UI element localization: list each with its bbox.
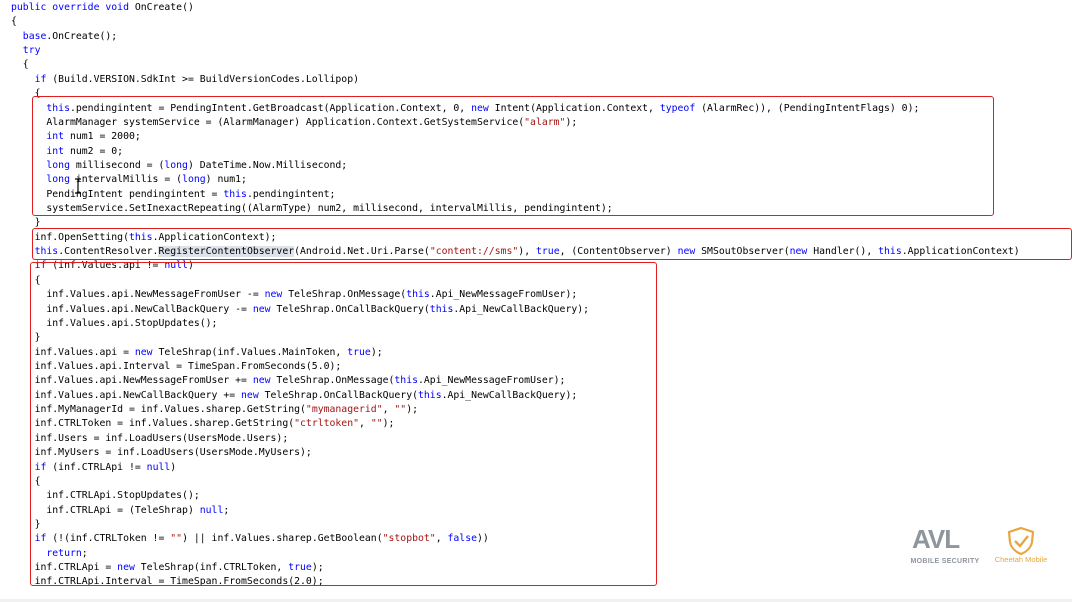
code-line[interactable]: return; [11, 547, 87, 561]
code-line[interactable]: long millisecond = (long) DateTime.Now.M… [11, 159, 347, 173]
code-line[interactable]: } [11, 518, 41, 532]
code-line[interactable]: inf.Users = inf.LoadUsers(UsersMode.User… [11, 432, 289, 446]
code-line[interactable]: inf.Values.api = new TeleShrap(inf.Value… [11, 346, 383, 360]
code-line[interactable]: inf.MyUsers = inf.LoadUsers(UsersMode.My… [11, 446, 312, 460]
avl-caption: MOBILE SECURITY [910, 558, 980, 565]
code-line[interactable]: int num1 = 2000; [11, 130, 140, 144]
watermark-logos: AVL MOBILE SECURITY Cheetah Mobile [910, 524, 1062, 570]
code-line[interactable]: { [11, 475, 41, 489]
code-line[interactable]: { [11, 15, 17, 29]
code-line[interactable]: inf.OpenSetting(this.ApplicationContext)… [11, 231, 277, 245]
code-line[interactable]: inf.MyManagerId = inf.Values.sharep.GetS… [11, 403, 418, 417]
code-line[interactable]: if (Build.VERSION.SdkInt >= BuildVersion… [11, 73, 359, 87]
code-line[interactable]: inf.CTRLApi.StopUpdates(); [11, 489, 199, 503]
avl-logo: AVL [912, 524, 960, 554]
cheetah-caption: Cheetah Mobile [994, 555, 1048, 564]
text-cursor-icon [75, 178, 81, 194]
code-line[interactable]: this.ContentResolver.RegisterContentObse… [11, 245, 1020, 259]
code-line[interactable]: inf.CTRLToken = inf.Values.sharep.GetStr… [11, 417, 395, 431]
code-line[interactable]: inf.Values.api.NewCallBackQuery += new T… [11, 389, 578, 403]
code-line[interactable]: int num2 = 0; [11, 145, 123, 159]
code-line[interactable]: { [11, 274, 41, 288]
code-line[interactable]: if (!(inf.CTRLToken != "") || inf.Values… [11, 532, 489, 546]
code-line[interactable]: base.OnCreate(); [11, 30, 117, 44]
code-line[interactable]: { [11, 58, 29, 72]
code-line[interactable]: } [11, 331, 41, 345]
code-line[interactable]: systemService.SetInexactRepeating((Alarm… [11, 202, 612, 216]
code-line[interactable]: public override void OnCreate() [11, 1, 194, 15]
code-line[interactable]: } [11, 216, 41, 230]
code-line[interactable]: this.pendingintent = PendingIntent.GetBr… [11, 102, 919, 116]
code-line[interactable]: inf.Values.api.NewCallBackQuery -= new T… [11, 303, 589, 317]
code-editor[interactable]: public override void OnCreate(){ base.On… [0, 0, 1072, 602]
code-line[interactable]: PendingIntent pendingintent = this.pendi… [11, 188, 335, 202]
code-line[interactable]: AlarmManager systemService = (AlarmManag… [11, 116, 577, 130]
code-line[interactable]: long intervalMillis = (long) num1; [11, 173, 247, 187]
code-line[interactable]: inf.Values.api.Interval = TimeSpan.FromS… [11, 360, 342, 374]
code-line[interactable]: inf.CTRLApi = (TeleShrap) null; [11, 504, 229, 518]
code-line[interactable]: inf.Values.api.NewMessageFromUser += new… [11, 374, 566, 388]
code-line[interactable]: inf.CTRLApi = new TeleShrap(inf.CTRLToke… [11, 561, 324, 575]
code-line[interactable]: inf.Values.api.NewMessageFromUser -= new… [11, 288, 577, 302]
code-line[interactable]: try [11, 44, 41, 58]
code-line[interactable]: inf.Values.api.StopUpdates(); [11, 317, 217, 331]
code-line[interactable]: if (inf.CTRLApi != null) [11, 461, 177, 475]
shield-check-icon [1007, 526, 1035, 556]
code-line[interactable]: inf.CTRLApi.Interval = TimeSpan.FromSeco… [11, 575, 324, 589]
code-line[interactable]: if (inf.Values.api != null) [11, 259, 194, 273]
code-line[interactable]: { [11, 87, 41, 101]
